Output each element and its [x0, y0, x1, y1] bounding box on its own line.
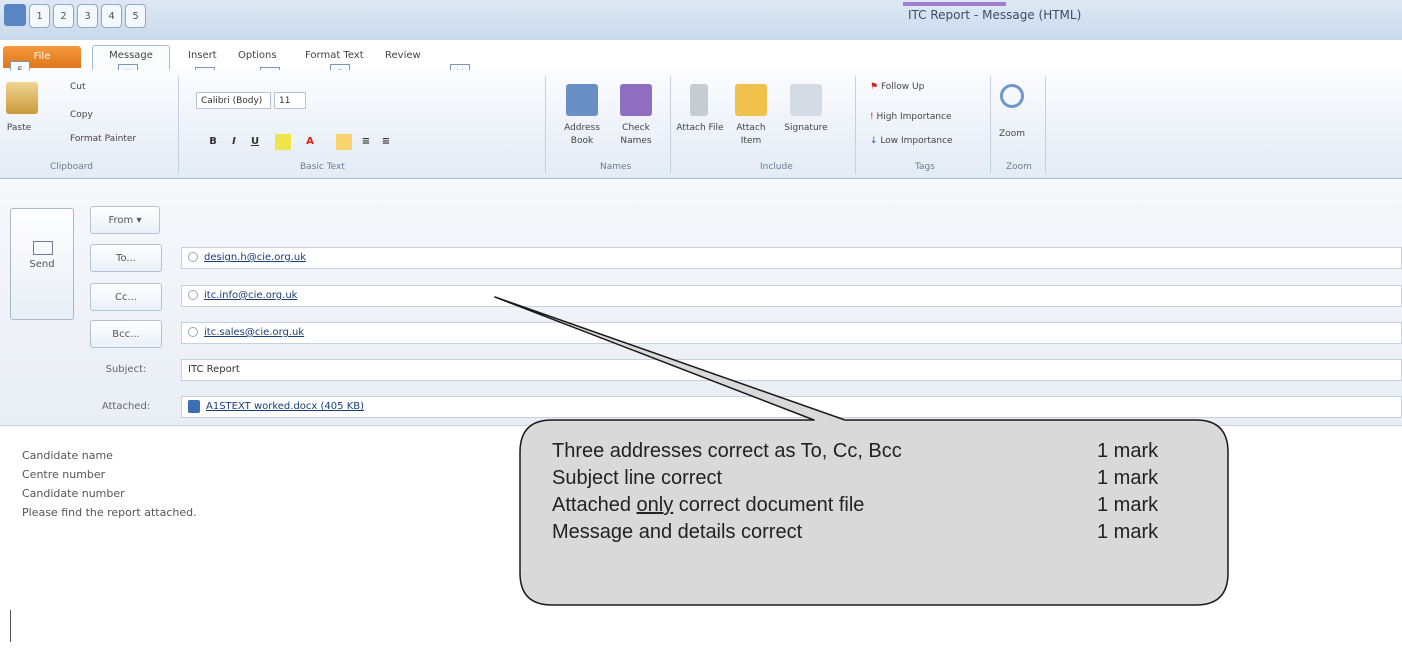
mark: 1 mark — [1097, 521, 1159, 543]
callout-row: Three addresses correct as To, Cc, Bcc 1 … — [552, 440, 1202, 467]
criterion: Subject line correct — [552, 467, 723, 489]
criterion: Message and details correct — [552, 521, 803, 543]
mark: 1 mark — [1097, 494, 1159, 516]
callout-row: Subject line correct 1 mark — [552, 467, 1202, 494]
mark: 1 mark — [1097, 467, 1159, 489]
criterion: Three addresses correct as To, Cc, Bcc — [552, 440, 902, 462]
callout-shape — [494, 296, 1229, 606]
callout-row: Message and details correct 1 mark — [552, 521, 1202, 548]
criterion-emphasis: only — [636, 494, 674, 516]
criterion: Attached only correct document file — [552, 494, 1097, 521]
mark-scheme-callout: Three addresses correct as To, Cc, Bcc 1 … — [552, 440, 1202, 548]
criterion-part: correct document file — [673, 494, 865, 516]
callout-row: Attached only correct document file 1 mar… — [552, 494, 1202, 521]
criterion-part: Attached — [552, 494, 637, 516]
mark: 1 mark — [1097, 440, 1159, 462]
